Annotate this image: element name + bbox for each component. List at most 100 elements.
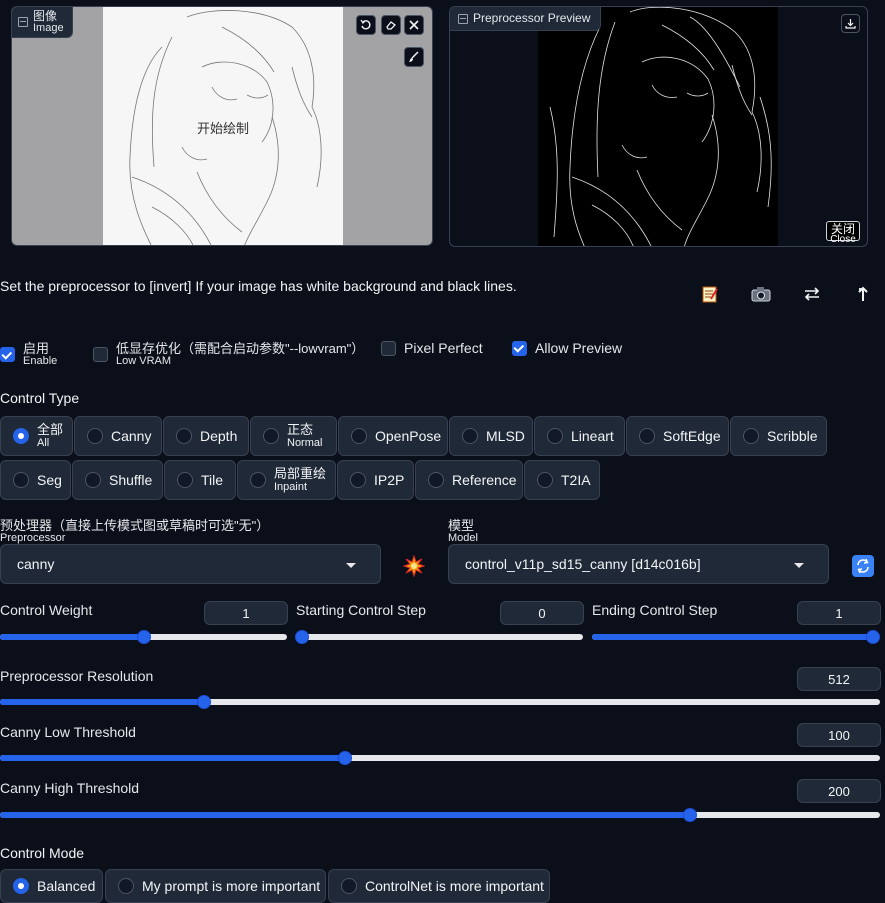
swap-icon <box>804 287 820 301</box>
send-dimensions-button[interactable] <box>852 283 874 305</box>
control-type-all[interactable]: 全部 All <box>0 416 73 456</box>
eraser-button[interactable] <box>381 15 401 35</box>
enable-check[interactable] <box>0 347 15 362</box>
radio-controlnet[interactable] <box>341 878 357 894</box>
swap-dimensions-button[interactable] <box>801 283 823 305</box>
download-icon <box>845 19 856 29</box>
preprocessor-resolution-slider[interactable] <box>0 695 880 709</box>
radio-reference[interactable] <box>428 472 444 488</box>
radio-scribble[interactable] <box>743 428 759 444</box>
radio-ip2p[interactable] <box>350 472 366 488</box>
preprocessor-dropdown[interactable]: canny <box>0 544 381 584</box>
control-type-depth[interactable]: Depth <box>163 416 249 456</box>
radio-all[interactable] <box>13 428 29 444</box>
control-mode-balanced[interactable]: Balanced <box>0 869 103 903</box>
canny-high-input[interactable]: 200 <box>797 779 881 803</box>
radio-normal[interactable] <box>263 428 279 444</box>
control-type-reference[interactable]: Reference <box>415 460 523 500</box>
control-type-softedge[interactable]: SoftEdge <box>626 416 729 456</box>
allow-preview-check[interactable] <box>512 340 527 356</box>
refresh-models-button[interactable] <box>852 555 874 577</box>
close-icon <box>409 20 419 30</box>
slider-fill <box>0 634 144 640</box>
radio-shuffle[interactable] <box>85 472 101 488</box>
enable-checkbox[interactable]: 启用 Enable <box>0 342 57 367</box>
slider-thumb[interactable] <box>136 630 151 644</box>
slider-thumb[interactable] <box>866 630 880 644</box>
control-type-ip2p[interactable]: IP2P <box>337 460 414 500</box>
pixel-perfect-checkbox[interactable]: Pixel Perfect <box>381 340 483 356</box>
option-label: IP2P <box>374 472 405 488</box>
canny-high-slider[interactable] <box>0 808 880 822</box>
option-label: ControlNet is more important <box>365 878 544 894</box>
control-mode-label: Control Mode <box>0 845 85 861</box>
control-type-t2ia[interactable]: T2IA <box>524 460 600 500</box>
preview-image <box>538 7 778 246</box>
slider-thumb[interactable] <box>295 630 309 644</box>
radio-inpaint[interactable] <box>250 472 266 488</box>
control-type-lineart[interactable]: Lineart <box>534 416 625 456</box>
slider-thumb[interactable] <box>197 695 212 709</box>
radio-seg[interactable] <box>13 472 29 488</box>
ending-step-input[interactable]: 1 <box>797 601 881 625</box>
canny-low-input[interactable]: 100 <box>797 723 881 747</box>
radio-balanced[interactable] <box>13 878 29 894</box>
control-type-openpose[interactable]: OpenPose <box>338 416 448 456</box>
slider-thumb[interactable] <box>682 808 697 822</box>
slider-fill <box>0 755 345 761</box>
control-type-seg[interactable]: Seg <box>0 460 71 500</box>
radio-openpose[interactable] <box>351 428 367 444</box>
image-input-panel[interactable]: 图像 Image 开始绘制 <box>11 6 433 246</box>
starting-step-input[interactable]: 0 <box>500 601 584 625</box>
option-label: OpenPose <box>375 428 442 444</box>
clear-button[interactable] <box>404 15 424 35</box>
starting-step-slider[interactable] <box>295 630 583 644</box>
control-type-mlsd[interactable]: MLSD <box>449 416 533 456</box>
low-vram-label: 低显存优化（需配合启动参数"--lowvram"） <box>116 341 365 356</box>
control-weight-input[interactable]: 1 <box>204 601 288 625</box>
radio-canny[interactable] <box>87 428 103 444</box>
control-mode-prompt[interactable]: My prompt is more important <box>105 869 326 903</box>
run-preprocessor-button[interactable] <box>401 553 427 579</box>
radio-softedge[interactable] <box>639 428 655 444</box>
webcam-button[interactable] <box>750 283 772 305</box>
radio-mlsd[interactable] <box>462 428 478 444</box>
radio-depth[interactable] <box>176 428 192 444</box>
preprocessor-label-group: 预处理器（直接上传模式图或草稿时可选"无"） Preprocessor <box>0 519 269 544</box>
close-preview-button[interactable]: 关闭 Close <box>826 221 860 245</box>
slider-thumb[interactable] <box>337 751 352 765</box>
option-sublabel: Inpaint <box>274 481 308 493</box>
radio-t2ia[interactable] <box>537 472 553 488</box>
option-label: Depth <box>200 428 238 444</box>
low-vram-checkbox[interactable]: 低显存优化（需配合启动参数"--lowvram"） Low VRAM <box>93 342 364 367</box>
control-type-tile[interactable]: Tile <box>164 460 236 500</box>
control-type-canny[interactable]: Canny <box>74 416 162 456</box>
control-type-inpaint[interactable]: 局部重绘 Inpaint <box>237 460 336 500</box>
allow-preview-checkbox[interactable]: Allow Preview <box>512 340 622 356</box>
radio-lineart[interactable] <box>547 428 563 444</box>
eraser-icon <box>386 21 396 30</box>
canny-low-slider[interactable] <box>0 751 880 765</box>
option-sublabel: Normal <box>287 437 323 449</box>
model-dropdown[interactable]: control_v11p_sd15_canny [d14c016b] <box>448 544 829 584</box>
control-type-normal[interactable]: 正态 Normal <box>250 416 337 456</box>
control-mode-controlnet[interactable]: ControlNet is more important <box>328 869 550 903</box>
low-vram-sublabel: Low VRAM <box>116 355 172 367</box>
undo-button[interactable] <box>356 15 376 35</box>
brush-button[interactable] <box>404 47 424 67</box>
pixel-perfect-check[interactable] <box>381 340 396 356</box>
low-vram-check[interactable] <box>93 347 108 362</box>
option-label: 全部 <box>37 422 64 437</box>
option-label: T2IA <box>561 472 591 488</box>
download-button[interactable] <box>841 14 860 33</box>
control-type-scribble[interactable]: Scribble <box>730 416 827 456</box>
radio-tile[interactable] <box>177 472 193 488</box>
control-type-shuffle[interactable]: Shuffle <box>72 460 163 500</box>
open-editor-button[interactable] <box>699 283 721 305</box>
preprocessor-resolution-input[interactable]: 512 <box>797 667 881 691</box>
preview-label: Preprocessor Preview <box>473 11 591 25</box>
radio-prompt[interactable] <box>118 878 134 894</box>
ending-step-slider[interactable] <box>592 630 880 644</box>
option-label: My prompt is more important <box>142 878 321 894</box>
control-weight-slider[interactable] <box>0 630 287 644</box>
